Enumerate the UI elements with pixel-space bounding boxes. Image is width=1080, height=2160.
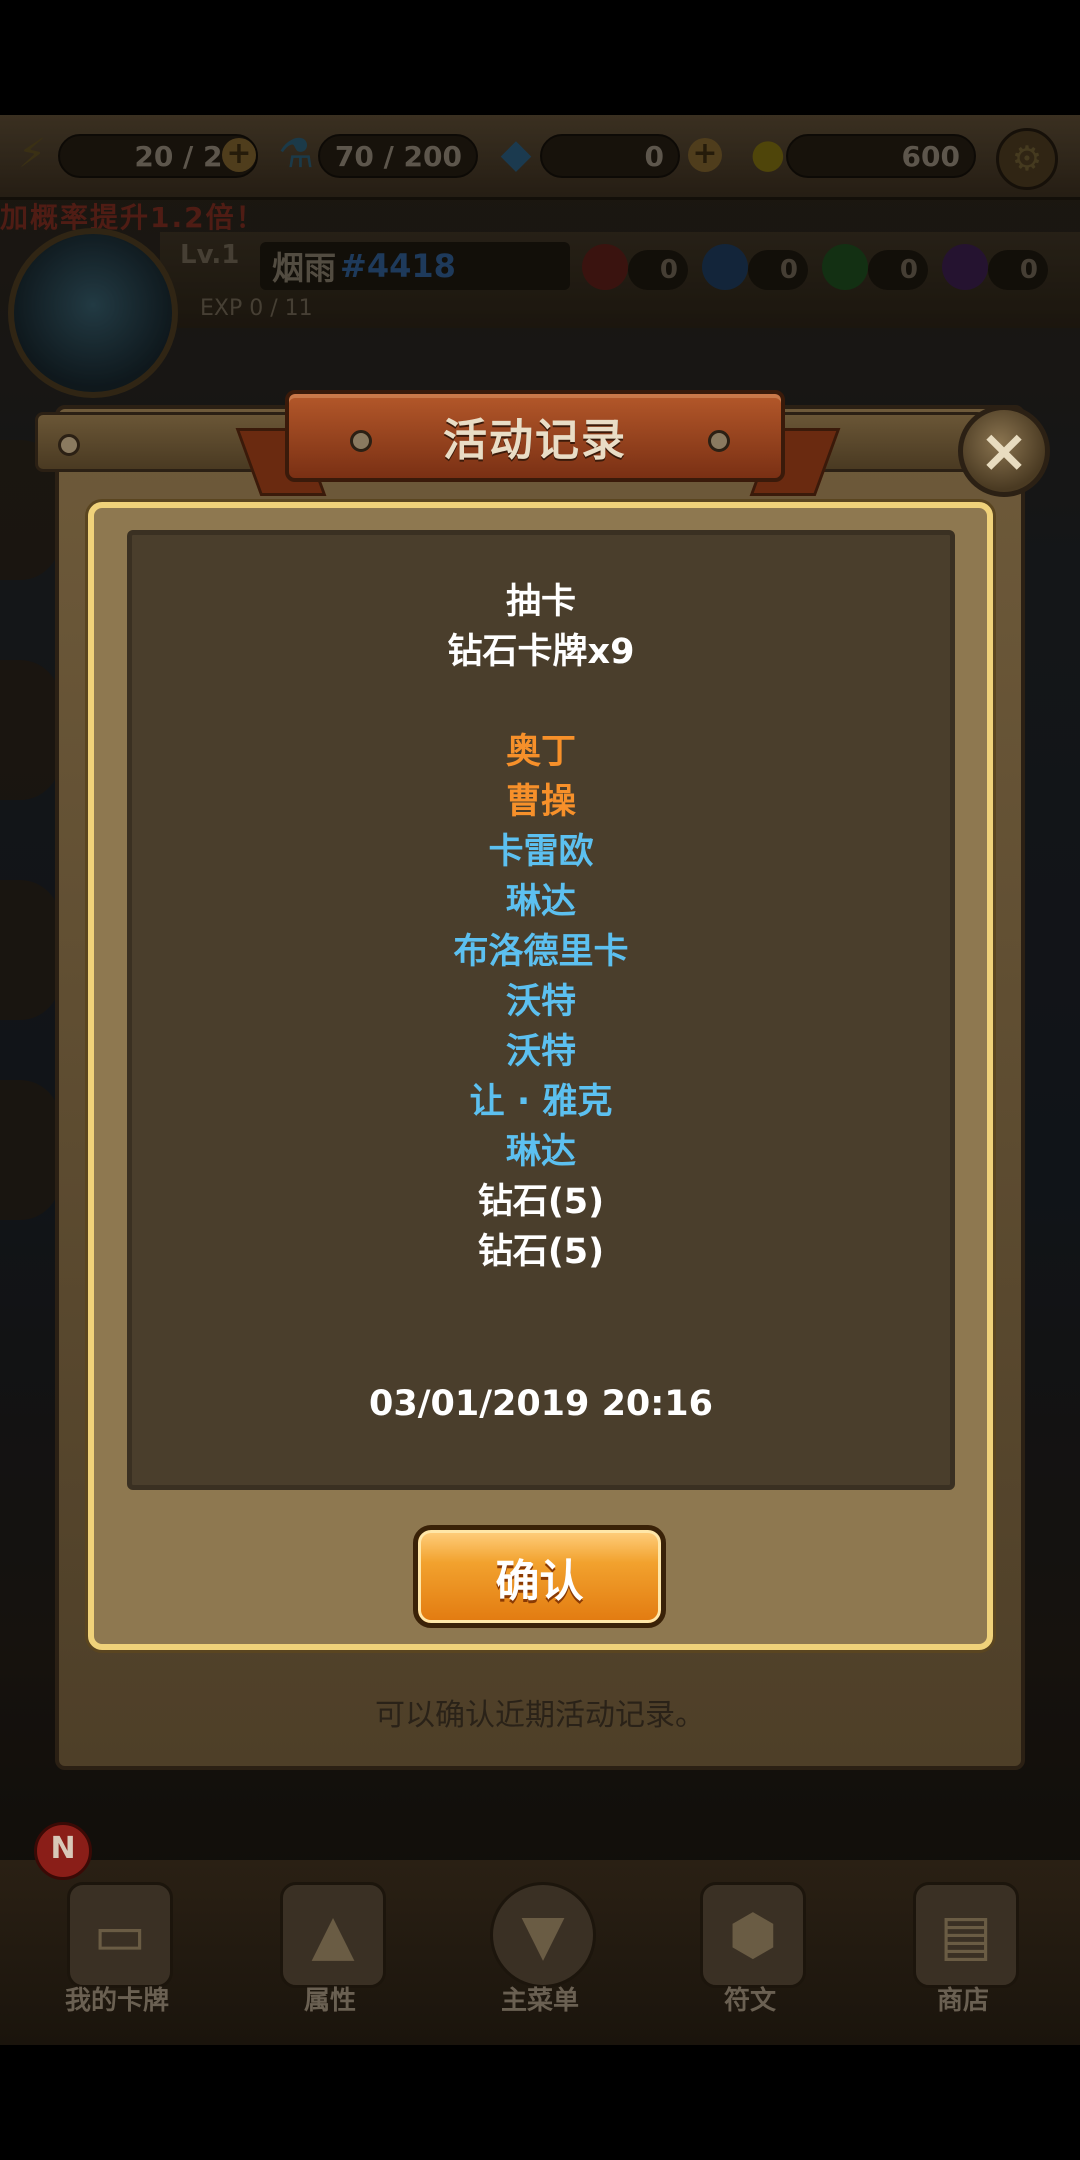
treasure-chest-icon: ▤ <box>913 1882 1019 1988</box>
nav-label: 主菜单 <box>500 1986 579 2016</box>
close-button[interactable]: × <box>958 405 1050 497</box>
record-item: 曹操 <box>505 782 576 822</box>
record-item: 布洛德里卡 <box>453 932 629 972</box>
record-item: 让 · 雅克 <box>469 1082 613 1122</box>
rivet-icon <box>58 434 80 456</box>
record-item: 沃特 <box>505 982 576 1022</box>
record-item: 钻石(5) <box>477 1232 605 1272</box>
record-item: 琳达 <box>505 882 576 922</box>
record-item: 琳达 <box>505 1132 576 1172</box>
record-item: 奥丁 <box>505 732 576 772</box>
nav-label: 商店 <box>936 1986 989 2016</box>
record-item: 卡雷欧 <box>488 832 594 872</box>
close-icon: × <box>978 416 1030 486</box>
nav-main-menu[interactable]: ▼ 主菜单 <box>445 1860 635 2045</box>
nav-label: 我的卡牌 <box>64 1986 169 2016</box>
nav-label: 符文 <box>723 1986 776 2016</box>
nav-attributes[interactable]: ▲ 属性 <box>235 1860 425 2045</box>
nav-shop[interactable]: ▤ 商店 <box>868 1860 1058 2045</box>
nav-my-cards[interactable]: ▭ 我的卡牌 <box>22 1860 212 2045</box>
emblem-icon: ▼ <box>490 1882 596 1988</box>
record-item: 沃特 <box>505 1032 576 1072</box>
nav-label: 属性 <box>303 1986 356 2016</box>
record-item: 钻石(5) <box>477 1182 605 1222</box>
confirm-button[interactable]: 确认 <box>413 1525 666 1628</box>
record-timestamp: 03/01/2019 20:16 <box>369 1384 713 1424</box>
dialog-title: 活动记录 <box>443 415 627 466</box>
record-pack: 钻石卡牌x9 <box>447 632 635 672</box>
record-type: 抽卡 <box>505 582 576 622</box>
pyramid-icon: ▲ <box>280 1882 386 1988</box>
new-badge: N <box>34 1822 92 1880</box>
rune-stone-icon: ⬢ <box>700 1882 806 1988</box>
nav-runes[interactable]: ⬢ 符文 <box>655 1860 845 2045</box>
cards-icon: ▭ <box>67 1882 173 1988</box>
dialog-hint: 可以确认近期活动记录。 <box>375 1698 705 1733</box>
